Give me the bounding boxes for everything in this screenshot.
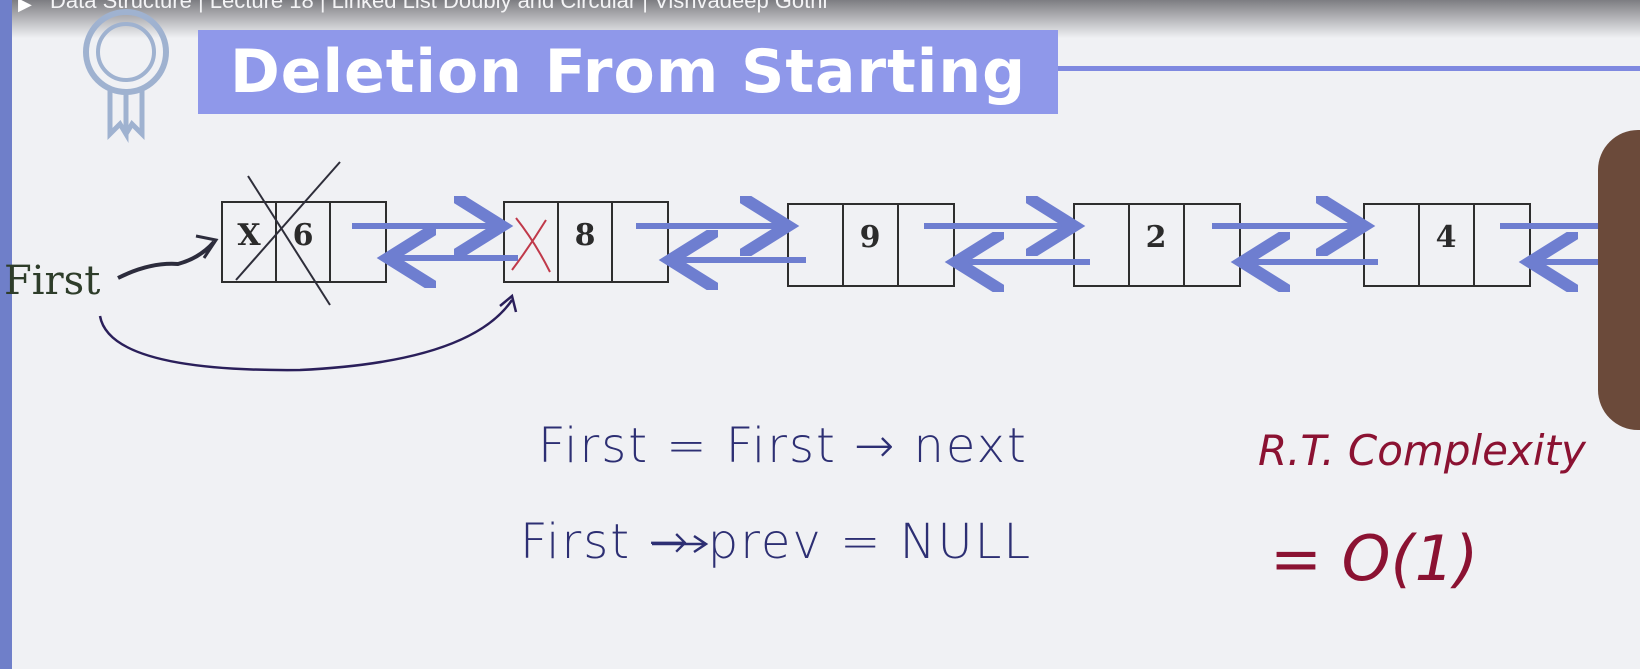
x-mark: X [237,218,261,253]
node-value: 6 [292,218,314,253]
redirect-curve-arrow [98,299,514,372]
handwritten-line-2: First → prev = NULL [520,514,1033,570]
node-value: 4 [1435,220,1457,255]
node-value: 2 [1145,220,1167,255]
complexity-value: = O(1) [1270,522,1479,595]
node-value: 8 [574,218,596,253]
first-pointer-arrow [117,240,216,280]
first-pointer-label: First [4,258,101,304]
node-value: 9 [859,220,881,255]
handwritten-line-1: First = First → next [538,418,1028,474]
complexity-label: R.T. Complexity [1258,426,1586,475]
red-cross-mark [511,217,551,273]
presenter-video-overlay [1598,130,1640,430]
